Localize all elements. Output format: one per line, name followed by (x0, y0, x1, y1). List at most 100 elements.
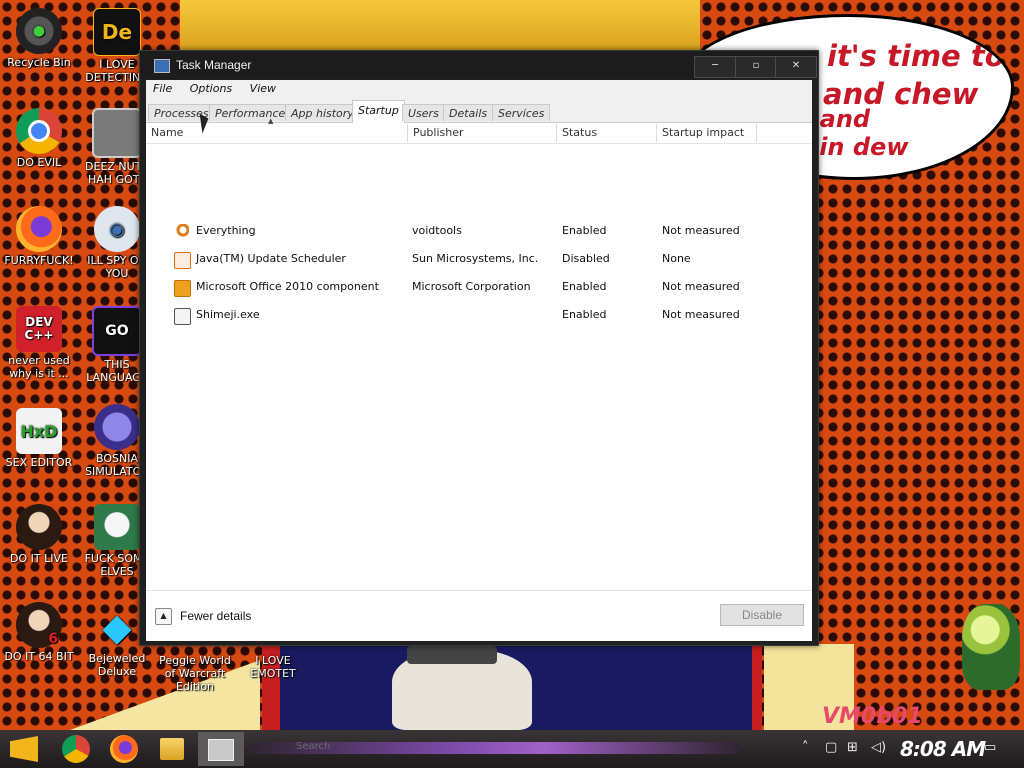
fewer-details-link[interactable]: Fewer details (180, 609, 251, 623)
watermark-text: VM0b01 (822, 704, 923, 729)
desktop-icon-hxd[interactable]: HxD SEX EDITOR (2, 408, 76, 469)
disable-button[interactable]: Disable (720, 604, 804, 626)
clock[interactable]: 8:08 AM (900, 737, 986, 761)
search-hint[interactable]: Search (296, 741, 330, 752)
devcpp-icon: DEV C++ (16, 306, 62, 352)
table-row[interactable]: Microsoft Office 2010 component Microsof… (146, 274, 812, 300)
desktop-icon-firefox[interactable]: FURRYFUCK! (2, 206, 76, 267)
desktop-icon-do-it-live[interactable]: DO IT LIVE (2, 504, 76, 565)
title-bar[interactable]: Task Manager ─ ▫ ✕ (140, 51, 818, 79)
task-manager-icon (154, 59, 170, 73)
network-icon[interactable]: ⊞ (847, 740, 858, 755)
close-button[interactable]: ✕ (775, 56, 817, 78)
spiked-ball-icon (94, 404, 140, 450)
icon-label: FURRYFUCK! (4, 254, 74, 267)
cell-impact: Not measured (662, 308, 740, 321)
cell-status: Enabled (562, 280, 607, 293)
task-manager-window[interactable]: Task Manager ─ ▫ ✕ File Options View Pro… (139, 50, 819, 646)
icon-label: I LOVE EMOTET (250, 654, 296, 680)
tab-app-history[interactable]: App history (285, 104, 360, 121)
show-hidden-icons-icon[interactable]: ˄ (802, 740, 809, 755)
cell-impact: Not measured (662, 280, 740, 293)
icon-label: Bejeweled Deluxe (88, 652, 146, 678)
chrome-taskbar-icon[interactable] (62, 735, 90, 763)
cell-name: Java(TM) Update Scheduler (196, 252, 346, 265)
start-button[interactable] (10, 736, 38, 762)
firefox-icon (16, 206, 62, 252)
wallpaper-top-art (180, 0, 700, 52)
tablet-mode-icon[interactable]: ▢ (825, 740, 837, 755)
minimize-button[interactable]: ─ (694, 56, 736, 78)
elf-icon (94, 504, 140, 550)
window-title: Task Manager (176, 58, 252, 72)
table-row[interactable]: Shimeji.exe Enabled Not measured (146, 302, 812, 328)
wallpaper-bottom-art (262, 644, 762, 730)
task-manager-icon (208, 739, 234, 761)
menu-file[interactable]: File (146, 80, 179, 95)
column-header-status[interactable]: Status (557, 124, 657, 142)
diamond-icon: ◆ (102, 604, 132, 649)
magnifier-icon (174, 224, 189, 239)
windows-stack-icon (92, 108, 142, 158)
portrait-icon: 6 (16, 602, 62, 648)
task-manager-taskbar-button[interactable] (198, 732, 244, 766)
webcam-icon: ◉ (94, 206, 140, 252)
cell-impact: None (662, 252, 691, 265)
column-header-publisher[interactable]: Publisher (408, 124, 557, 142)
icon-label: never used why is it ... (8, 354, 70, 380)
tab-performance[interactable]: Performance (209, 104, 292, 121)
footer-bar: ▲ Fewer details Disable (146, 590, 812, 641)
cell-publisher: Sun Microsystems, Inc. (412, 252, 539, 265)
header-divider (146, 143, 812, 144)
cell-name: Everything (196, 224, 256, 237)
icon-label: Peggle World of Warcraft Edition (159, 654, 231, 693)
menu-view[interactable]: View (243, 80, 283, 95)
firefox-taskbar-icon[interactable] (110, 735, 138, 763)
recycle-bin-icon: ● (16, 8, 62, 54)
icon-label: DO IT 64 BIT (4, 650, 74, 663)
hxd-icon: HxD (16, 408, 62, 454)
desktop-mascot[interactable] (962, 604, 1020, 690)
table-row[interactable]: Java(TM) Update Scheduler Sun Microsyste… (146, 246, 812, 272)
tab-services[interactable]: Services (492, 104, 551, 121)
taskbar: Search ˄ ▢ ⊞ ◁) 8:08 AM ▭ (0, 730, 1024, 768)
table-row[interactable]: Everything voidtools Enabled Not measure… (146, 218, 812, 244)
office-icon (174, 280, 191, 297)
cell-status: Enabled (562, 224, 607, 237)
volume-icon[interactable]: ◁) (871, 740, 886, 755)
exe-icon (174, 308, 191, 325)
desktop-icon-devcpp[interactable]: DEV C++ never used why is it ... (2, 306, 76, 380)
menu-options[interactable]: Options (183, 80, 239, 95)
cell-publisher: Microsoft Corporation (412, 280, 531, 293)
chrome-icon (16, 108, 62, 154)
tab-details[interactable]: Details (443, 104, 494, 121)
tab-startup[interactable]: Startup (352, 100, 405, 123)
icon-label: DO IT LIVE (10, 552, 68, 565)
cell-publisher: voidtools (412, 224, 462, 237)
java-icon (174, 252, 191, 269)
desktop-icon-peggle[interactable]: Peggle World of Warcraft Edition (155, 654, 235, 693)
wallpaper-hat (407, 646, 497, 664)
task-manager-client: Processes Performance App history Startu… (146, 98, 812, 641)
cell-impact: Not measured (662, 224, 740, 237)
de-logo-icon: De (93, 8, 141, 56)
notifications-icon[interactable]: ▭ (984, 740, 996, 755)
cell-status: Enabled (562, 308, 607, 321)
column-header-startup-impact[interactable]: Startup impact (657, 124, 757, 142)
icon-label: SEX EDITOR (5, 456, 73, 469)
column-header-name[interactable]: Name (146, 124, 408, 142)
desktop-icon-do-evil[interactable]: DO EVIL (2, 108, 76, 169)
tab-users[interactable]: Users (402, 104, 445, 121)
cell-name: Microsoft Office 2010 component (196, 280, 379, 293)
cell-status: Disabled (562, 252, 610, 265)
icon-label: DO EVIL (16, 156, 62, 169)
speech-line-1: it's time to eat shit (827, 39, 1011, 73)
desktop-icon-64bit[interactable]: 6 DO IT 64 BIT (2, 602, 76, 663)
chevron-up-icon[interactable]: ▲ (155, 608, 172, 625)
menu-bar: File Options View (146, 80, 812, 99)
desktop-icon-emotet[interactable]: I LOVE EMOTET (236, 654, 310, 680)
icon-label: Recycle Bin (7, 56, 71, 69)
maximize-button[interactable]: ▫ (735, 56, 777, 78)
desktop-icon-recycle-bin[interactable]: ● Recycle Bin (2, 8, 76, 69)
file-explorer-icon[interactable] (160, 738, 184, 760)
